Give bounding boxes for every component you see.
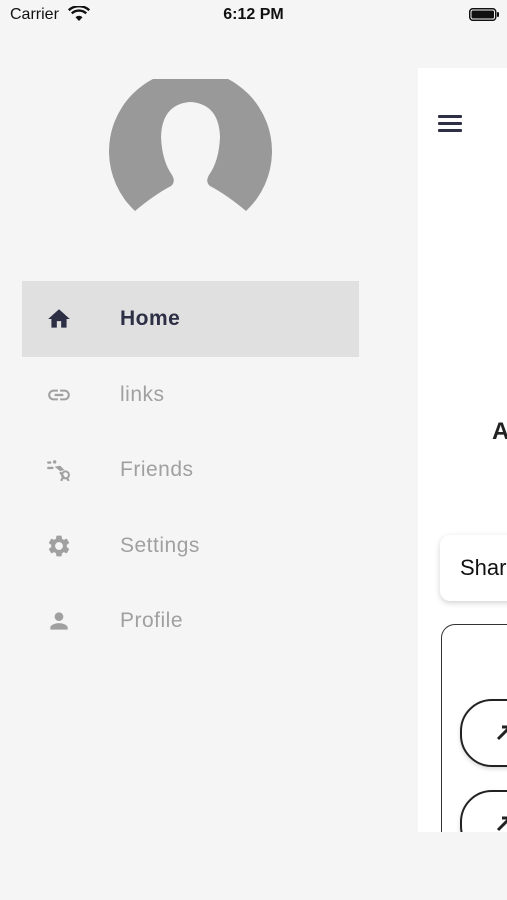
person-icon: [50, 612, 68, 630]
share-card[interactable]: Shar: [440, 535, 507, 601]
battery-icon: [469, 8, 499, 21]
arrow-icon: [496, 816, 507, 832]
avatar[interactable]: [109, 79, 272, 229]
default-user-avatar-icon: [109, 79, 272, 211]
menu-item-friends[interactable]: Friends: [22, 432, 359, 508]
drawer-menu: Home links Friends Settings Profile: [22, 281, 359, 659]
menu-item-settings[interactable]: Settings: [22, 508, 359, 584]
share-label: Shar: [460, 555, 507, 580]
main-heading: A: [492, 418, 507, 445]
menu-item-profile[interactable]: Profile: [22, 583, 359, 659]
home-icon: [48, 309, 70, 328]
menu-item-label: Home: [120, 307, 181, 330]
status-bar: Carrier 6:12 PM: [0, 0, 507, 32]
menu-item-label: links: [120, 382, 165, 406]
arrow-icon: [496, 725, 507, 741]
friends-icon: [47, 460, 70, 482]
menu-item-links[interactable]: links: [22, 357, 359, 433]
menu-item-label: Settings: [120, 533, 200, 557]
status-time: 6:12 PM: [223, 6, 284, 23]
link-icon: [48, 389, 70, 400]
hamburger-menu-icon[interactable]: [438, 114, 462, 134]
menu-item-label: Friends: [120, 458, 194, 481]
gear-icon: [48, 535, 70, 556]
menu-item-home[interactable]: Home: [22, 281, 359, 357]
main-screen-preview[interactable]: A Shar: [418, 68, 507, 832]
menu-item-label: Profile: [120, 609, 184, 632]
